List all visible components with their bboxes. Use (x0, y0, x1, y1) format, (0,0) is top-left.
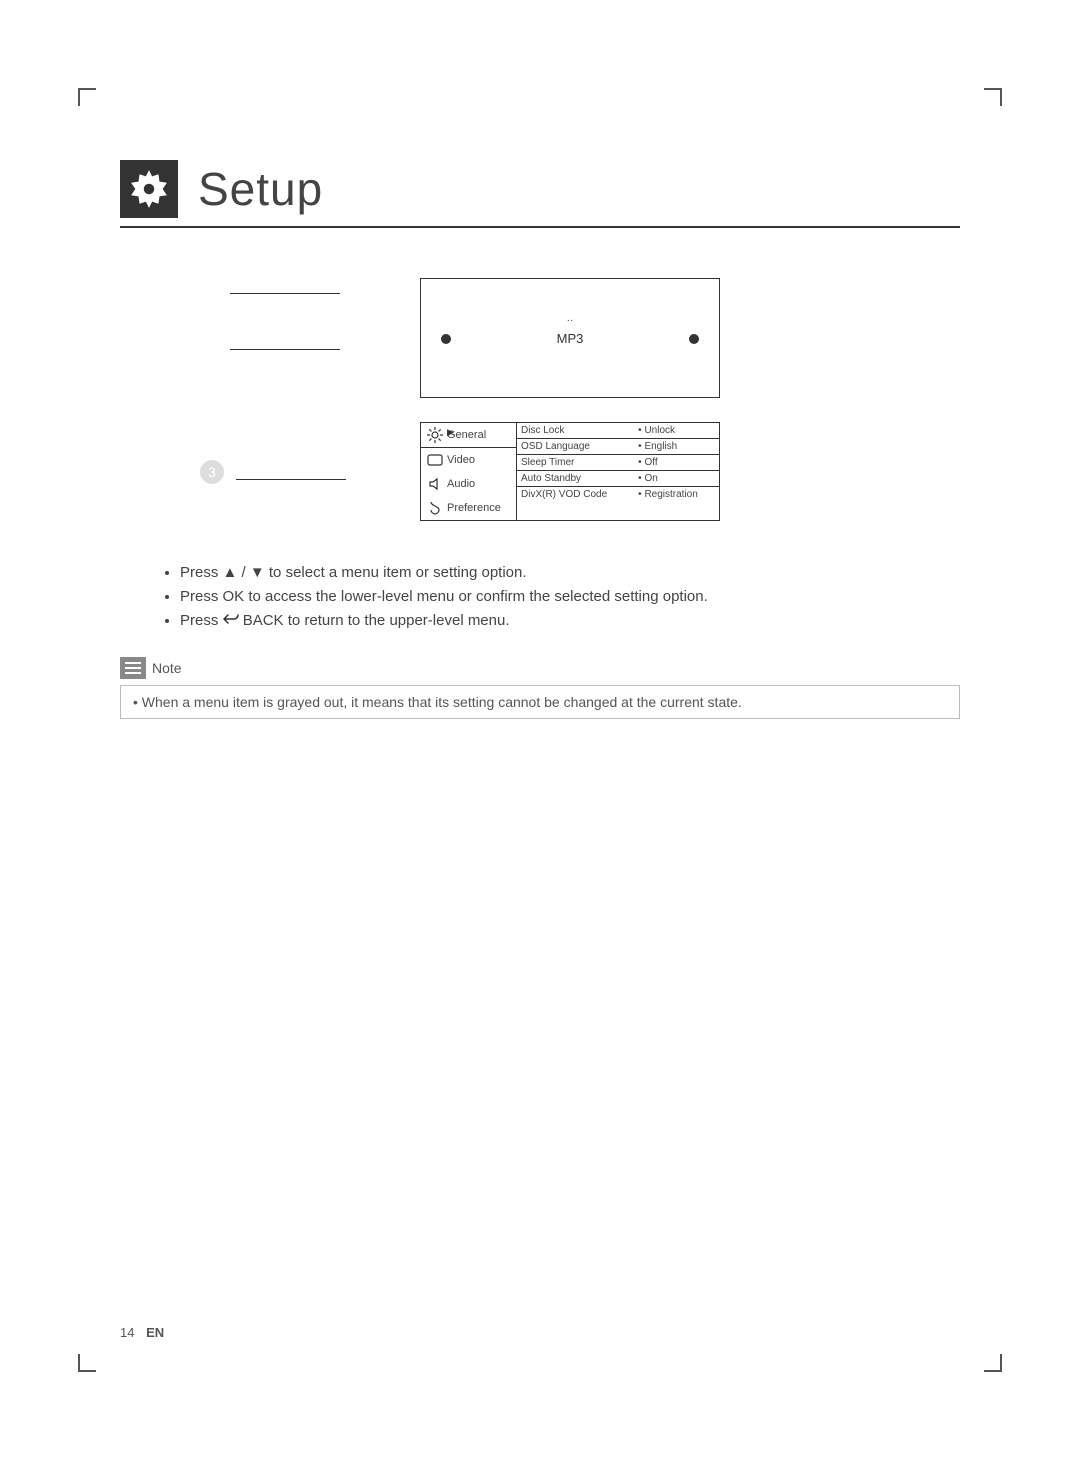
preference-icon (427, 500, 443, 516)
crop-mark-bl (78, 1354, 96, 1372)
instruction-line: Press ▲ / ▼ to select a menu item or set… (180, 561, 960, 585)
device-tiny: ·· (567, 315, 574, 326)
page-lang: EN (146, 1325, 164, 1340)
menu-row: Auto Standby• On (517, 471, 719, 487)
gear-small-icon (427, 427, 443, 443)
crop-mark-tl (78, 88, 96, 106)
back-arrow-icon (223, 609, 239, 633)
remote-block-1 (230, 278, 340, 294)
device-dot-left (441, 334, 451, 344)
device-dot-right (689, 334, 699, 344)
instructions: Press ▲ / ▼ to select a menu item or set… (160, 561, 960, 633)
tab-preference: Preference (421, 496, 516, 520)
menu-row: Sleep Timer• Off (517, 455, 719, 471)
device-label: MP3 (557, 331, 584, 346)
video-icon (427, 452, 443, 468)
note-header-text: Note (152, 660, 182, 676)
page-title: Setup (198, 162, 323, 216)
tab-label: Video (447, 454, 475, 466)
crop-mark-br (984, 1354, 1002, 1372)
menu-row: DivX(R) VOD Code• Registration (517, 487, 719, 503)
remote-block-2 (230, 334, 340, 350)
menu-row: Disc Lock• Unlock (517, 423, 719, 439)
menu-tabs: ▶ General Video Audio Preference (421, 423, 517, 520)
tab-select-arrow-icon: ▶ (447, 427, 454, 438)
note-box: Note • When a menu item is grayed out, i… (120, 657, 960, 719)
crop-mark-tr (984, 88, 1002, 106)
page-number: 14 (120, 1325, 134, 1340)
tab-audio: Audio (421, 472, 516, 496)
tab-label: Audio (447, 478, 475, 490)
right-column: ·· MP3 ▶ General (420, 278, 720, 521)
note-body: • When a menu item is grayed out, it mea… (120, 685, 960, 719)
gear-icon (120, 160, 178, 218)
diagram-area: 3 ·· MP3 ▶ Ge (120, 278, 960, 521)
menu-items: Disc Lock• Unlock OSD Language• English … (517, 423, 719, 520)
page-footer: 14 EN (120, 1325, 164, 1340)
remote-block-3 (236, 464, 346, 480)
note-icon (120, 657, 146, 679)
instruction-line: Press BACK to return to the upper-level … (180, 609, 960, 633)
remote-column: 3 (120, 278, 380, 484)
instruction-line: Press OK to access the lower-level menu … (180, 585, 960, 609)
setup-menu-box: ▶ General Video Audio Preference (420, 422, 720, 521)
audio-icon (427, 476, 443, 492)
menu-row: OSD Language• English (517, 439, 719, 455)
page-content: Setup 3 ·· MP3 (120, 160, 960, 1300)
step-row: 3 (200, 460, 380, 484)
title-bar: Setup (120, 160, 960, 228)
step-badge: 3 (200, 460, 224, 484)
tab-general: ▶ General (421, 423, 516, 448)
device-box: ·· MP3 (420, 278, 720, 398)
tab-label: Preference (447, 502, 501, 514)
note-header: Note (120, 657, 960, 679)
tab-video: Video (421, 448, 516, 472)
